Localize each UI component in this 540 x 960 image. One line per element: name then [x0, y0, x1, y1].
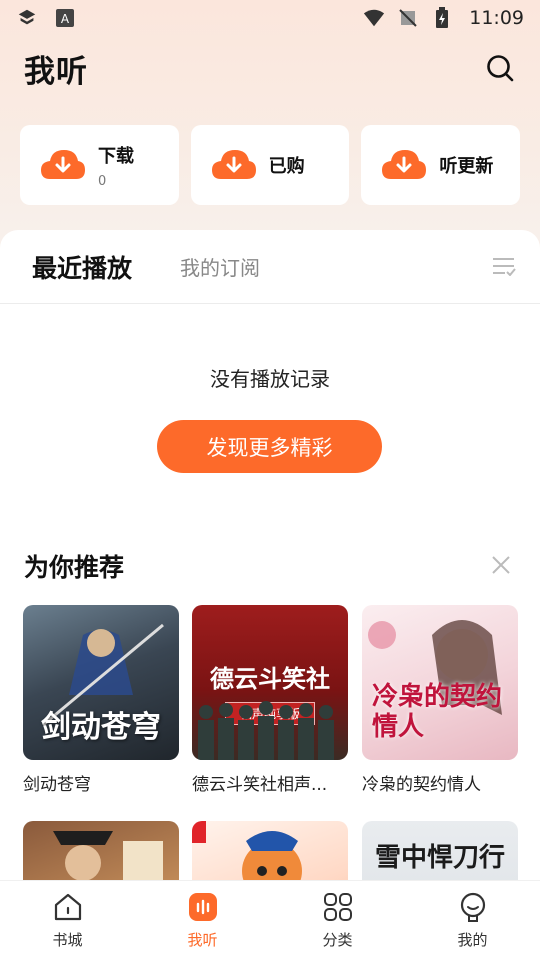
font-notification-icon: A [54, 7, 76, 29]
nav-profile[interactable]: 我的 [405, 881, 540, 960]
purchased-label: 已购 [268, 156, 305, 177]
search-button[interactable] [484, 52, 516, 84]
tab-bar: 最近播放 我的订阅 [0, 230, 540, 304]
page-title: 我听 [24, 53, 88, 90]
book-cover: 剑动苍穹 [23, 605, 179, 760]
cloud-update-icon [382, 150, 427, 179]
recommend-card[interactable]: 德云斗笑社 相声纯享版 德云斗笑社相声... [192, 605, 348, 795]
download-label: 下载 [98, 145, 134, 167]
recommend-card[interactable]: 剑动苍穹 剑动苍穹 [23, 605, 179, 795]
page-header: 我听 [0, 40, 540, 96]
book-cover: 德云斗笑社 相声纯享版 [192, 605, 348, 760]
nav-bookstore[interactable]: 书城 [0, 881, 135, 960]
nav-label: 书城 [52, 931, 83, 949]
profile-icon [457, 891, 489, 923]
nav-listen[interactable]: 我听 [135, 881, 270, 960]
book-name: 剑动苍穹 [23, 775, 91, 795]
cloud-download-icon [41, 150, 85, 179]
quick-access-row: 下载 0 已购 听更新 [20, 125, 521, 205]
recommend-card[interactable]: 冷枭的契约情人 冷枭的契约情人 [362, 605, 518, 795]
empty-history-message: 没有播放记录 [210, 367, 330, 391]
tab-subscribed[interactable]: 我的订阅 [180, 252, 260, 281]
close-icon[interactable] [492, 556, 510, 578]
tab-recent[interactable]: 最近播放 [32, 249, 132, 285]
category-icon [322, 891, 354, 923]
updates-label: 听更新 [439, 156, 494, 177]
app-notification-icon [16, 7, 38, 29]
nav-label: 我的 [457, 931, 488, 949]
status-bar: A 11:09 [0, 0, 540, 36]
cover-title: 冷枭的契约情人 [372, 682, 503, 742]
cover-title: 剑动苍穹 [41, 710, 161, 745]
book-cover: 冷枭的契约情人 [362, 605, 518, 760]
battery-charging-icon [431, 7, 453, 29]
svg-text:A: A [61, 12, 70, 26]
list-edit-icon[interactable] [492, 256, 516, 280]
nav-label: 我听 [187, 931, 218, 949]
nav-category[interactable]: 分类 [270, 881, 405, 960]
listen-icon [187, 891, 219, 923]
updates-card[interactable]: 听更新 [361, 125, 521, 205]
search-icon [487, 55, 514, 82]
wifi-icon [363, 7, 385, 29]
content-panel: 最近播放 我的订阅 没有播放记录 发现更多精彩 为你推荐 剑动苍穹 剑动苍穹 德… [0, 230, 540, 960]
clock-time: 11:09 [469, 7, 524, 29]
download-count: 0 [98, 173, 107, 189]
purchased-card[interactable]: 已购 [190, 125, 350, 205]
cloud-purchased-icon [211, 150, 256, 179]
home-icon [52, 891, 84, 923]
book-name: 德云斗笑社相声... [192, 775, 328, 795]
download-card[interactable]: 下载 0 [20, 125, 179, 205]
cover-title: 雪中悍刀行 [374, 843, 505, 873]
bottom-navigation: 书城 我听 分类 我的 [0, 880, 540, 960]
no-signal-icon [397, 7, 419, 29]
book-name: 冷枭的契约情人 [362, 775, 481, 795]
cover-title: 德云斗笑社 [210, 664, 330, 693]
recommend-title: 为你推荐 [24, 553, 125, 582]
nav-label: 分类 [322, 931, 353, 949]
discover-more-button[interactable]: 发现更多精彩 [157, 420, 382, 473]
